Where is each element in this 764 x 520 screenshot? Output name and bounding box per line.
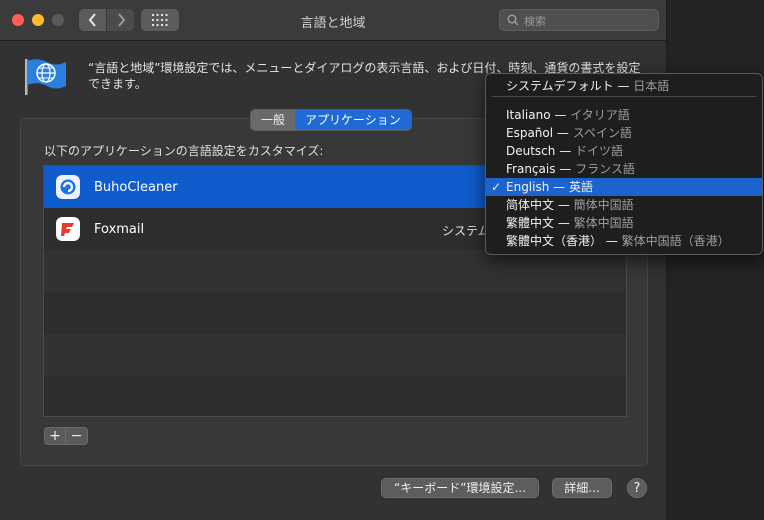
search-icon — [507, 14, 519, 26]
menu-item-traditional-chinese[interactable]: 繁體中文 — 繁体中国語 — [486, 214, 762, 232]
menu-item-francais[interactable]: Français — フランス語 — [486, 160, 762, 178]
empty-row — [44, 376, 626, 416]
tab-general[interactable]: 一般 — [251, 110, 296, 130]
tab-control: 一般 アプリケーション — [250, 109, 412, 131]
menu-item-primary: Italiano — [506, 108, 551, 122]
menu-item-secondary: 英語 — [568, 180, 593, 194]
empty-row — [44, 250, 626, 292]
menu-item-primary: Français — [506, 162, 556, 176]
app-name: BuhoCleaner — [94, 180, 178, 195]
menu-item-primary: 繁體中文 — [506, 216, 555, 230]
menu-item-dash: — — [555, 144, 576, 158]
list-label: 以下のアプリケーションの言語設定をカスタマイズ: — [44, 144, 324, 158]
menu-item-espanol[interactable]: Español — スペイン語 — [486, 124, 762, 142]
menu-item-deutsch[interactable]: Deutsch — ドイツ語 — [486, 142, 762, 160]
foxmail-app-icon — [56, 217, 80, 241]
menu-item-dash: — — [553, 126, 573, 140]
help-button[interactable]: ? — [627, 478, 647, 498]
menu-item-dash: — — [550, 108, 571, 122]
checkmark-icon: ✓ — [491, 180, 502, 194]
empty-row — [44, 334, 626, 376]
remove-app-button[interactable]: − — [66, 427, 88, 445]
menu-item-system-default[interactable]: システムデフォルト — 日本語 — [486, 77, 762, 95]
menu-item-dash: — — [602, 234, 622, 248]
add-app-button[interactable]: + — [44, 427, 66, 445]
menu-item-dash: — — [554, 198, 574, 212]
tab-applications[interactable]: アプリケーション — [295, 110, 411, 130]
menu-item-primary: Deutsch — [506, 144, 556, 158]
menu-item-primary: Español — [506, 126, 554, 140]
menu-separator — [492, 96, 756, 97]
keyboard-preferences-button[interactable]: “キーボード”環境設定... — [381, 478, 539, 498]
menu-item-primary: English — [506, 180, 550, 194]
menu-item-dash: — — [613, 79, 634, 93]
search-input[interactable] — [522, 11, 656, 31]
menu-item-secondary: イタリア語 — [570, 108, 630, 122]
globe-flag-icon — [25, 59, 66, 95]
menu-item-italiano[interactable]: Italiano — イタリア語 — [486, 106, 762, 124]
menu-item-english[interactable]: ✓ English — 英語 — [486, 178, 762, 196]
menu-item-dash: — — [549, 180, 569, 194]
empty-row — [44, 292, 626, 334]
menu-item-secondary: 繁体中国語 — [573, 216, 634, 230]
menu-item-secondary: 繁体中国語（香港） — [621, 234, 730, 248]
search-field[interactable] — [499, 9, 659, 31]
menu-item-secondary: 日本語 — [633, 79, 670, 93]
menu-item-dash: — — [554, 216, 574, 230]
menu-item-primary: 繁體中文（香港） — [506, 234, 603, 248]
menu-item-traditional-chinese-hk[interactable]: 繁體中文（香港） — 繁体中国語（香港） — [486, 232, 762, 250]
menu-item-secondary: スペイン語 — [572, 126, 632, 140]
menu-item-secondary: フランス語 — [575, 162, 635, 176]
title-bar: 言語と地域 — [0, 0, 666, 41]
menu-item-secondary: ドイツ語 — [575, 144, 624, 158]
menu-item-secondary: 簡体中国語 — [573, 198, 634, 212]
menu-item-primary: 简体中文 — [506, 198, 555, 212]
menu-item-dash: — — [555, 162, 576, 176]
app-name: Foxmail — [94, 222, 145, 237]
buhocleaner-app-icon — [56, 175, 80, 199]
menu-item-primary: システムデフォルト — [506, 79, 614, 93]
advanced-button[interactable]: 詳細... — [552, 478, 612, 498]
language-popup-menu: システムデフォルト — 日本語 Italiano — イタリア語 Español… — [485, 73, 763, 255]
menu-item-simplified-chinese[interactable]: 简体中文 — 簡体中国語 — [486, 196, 762, 214]
